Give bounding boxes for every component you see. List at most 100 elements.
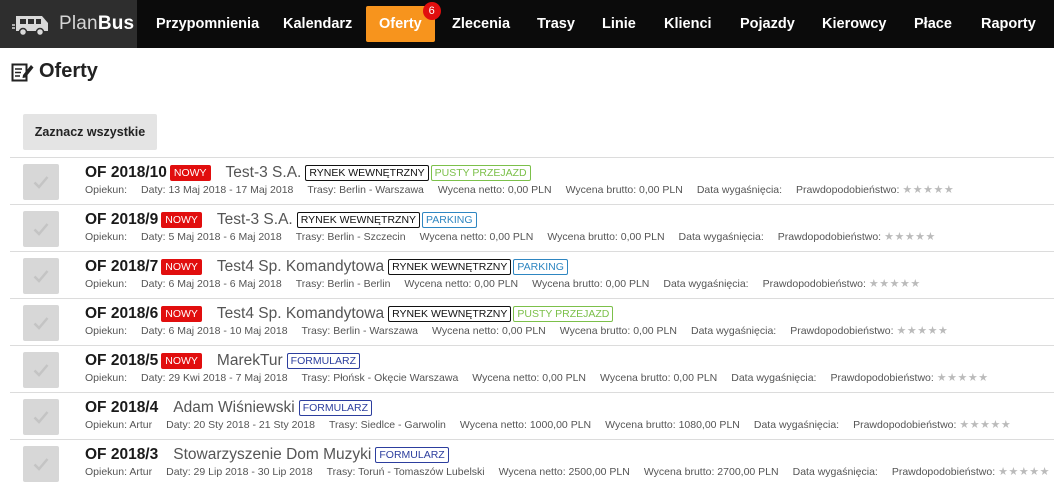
offer-select-checkbox[interactable]: [23, 352, 59, 388]
offer-netto: Wycena netto: 2500,00 PLN: [498, 465, 630, 478]
offer-select-checkbox[interactable]: [23, 211, 59, 247]
offer-routes: Trasy: Siedlce - Garwolin: [328, 418, 446, 431]
offer-opiekun: Opiekun: Artur: [85, 418, 153, 431]
offer-number-link[interactable]: OF 2018/10: [85, 164, 167, 182]
offer-select-checkbox[interactable]: [23, 399, 59, 435]
offer-expiry: Data wygaśnięcia:: [663, 277, 749, 290]
offer-dates: Daty: 6 Maj 2018 - 6 Maj 2018: [141, 277, 282, 290]
page-header: Oferty: [11, 60, 98, 83]
new-badge: NOWY: [161, 353, 202, 369]
offer-opiekun: Opiekun:: [85, 230, 128, 243]
client-name[interactable]: Test-3 S.A.: [226, 164, 302, 182]
offer-select-checkbox[interactable]: [23, 305, 59, 341]
offer-row[interactable]: OF 2018/3 Stowarzyszenie Dom Muzyki FORM…: [10, 439, 1054, 486]
checkmark-icon: [33, 411, 49, 424]
offer-number-link[interactable]: OF 2018/4: [85, 399, 158, 417]
offer-row[interactable]: OF 2018/6 NOWY Test4 Sp. Komandytowa RYN…: [10, 298, 1054, 345]
offer-tag-form: FORMULARZ: [375, 447, 449, 463]
client-name[interactable]: Adam Wiśniewski: [173, 399, 294, 417]
nav-item-przypomnienia[interactable]: Przypomnienia: [156, 0, 259, 48]
offer-dates: Daty: 6 Maj 2018 - 10 Maj 2018: [141, 324, 288, 337]
nav-item-linie[interactable]: Linie: [602, 0, 636, 48]
offer-opiekun: Opiekun: Artur: [85, 465, 153, 478]
offer-opiekun: Opiekun:: [85, 371, 128, 384]
offer-brutto: Wycena brutto: 0,00 PLN: [532, 277, 650, 290]
offer-number-link[interactable]: OF 2018/6: [85, 305, 158, 323]
offer-select-checkbox[interactable]: [23, 446, 59, 482]
offer-tag-empty: PUSTY PRZEJAZD: [430, 165, 531, 181]
offer-routes: Trasy: Płońsk - Okęcie Warszawa: [301, 371, 459, 384]
nav-item-raporty[interactable]: Raporty: [981, 0, 1036, 48]
probability-stars-icon: ★★★★★: [896, 325, 949, 337]
brand-name: PlanBus: [59, 13, 135, 34]
checkmark-icon: [33, 176, 49, 189]
offer-title-line: OF 2018/9 NOWY Test-3 S.A. RYNEK WEWNĘTR…: [85, 211, 477, 229]
offer-number-link[interactable]: OF 2018/3: [85, 446, 158, 464]
nav-item-pojazdy[interactable]: Pojazdy: [740, 0, 795, 48]
offer-number-link[interactable]: OF 2018/5: [85, 352, 158, 370]
offer-select-checkbox[interactable]: [23, 164, 59, 200]
offer-details-line: Opiekun: Artur Daty: 29 Lip 2018 - 30 Li…: [85, 465, 1050, 479]
offer-number-link[interactable]: OF 2018/7: [85, 258, 158, 276]
offer-number-link[interactable]: OF 2018/9: [85, 211, 158, 229]
offer-probability: Prawdopodobieństwo:: [762, 277, 866, 290]
offer-probability: Prawdopodobieństwo:: [853, 418, 957, 431]
offer-probability: Prawdopodobieństwo:: [790, 324, 894, 337]
new-badge: NOWY: [161, 306, 202, 322]
offer-row[interactable]: OF 2018/10 NOWY Test-3 S.A. RYNEK WEWNĘT…: [10, 157, 1054, 204]
client-name[interactable]: Test4 Sp. Komandytowa: [217, 258, 384, 276]
offer-brutto: Wycena brutto: 0,00 PLN: [547, 230, 665, 243]
offer-routes: Trasy: Berlin - Szczecin: [295, 230, 406, 243]
nav-item-kierowcy[interactable]: Kierowcy: [822, 0, 886, 48]
offer-netto: Wycena netto: 0,00 PLN: [419, 230, 534, 243]
offer-dates: Daty: 5 Maj 2018 - 6 Maj 2018: [141, 230, 282, 243]
offer-netto: Wycena netto: 0,00 PLN: [437, 183, 552, 196]
offer-expiry: Data wygaśnięcia:: [696, 183, 783, 196]
offer-dates: Daty: 20 Sty 2018 - 21 Sty 2018: [166, 418, 315, 431]
offer-list: OF 2018/10 NOWY Test-3 S.A. RYNEK WEWNĘT…: [10, 157, 1054, 486]
client-name[interactable]: Test-3 S.A.: [217, 211, 293, 229]
nav-item-place[interactable]: Płace: [914, 0, 952, 48]
brand-logo-link[interactable]: PlanBus: [0, 0, 137, 48]
offer-row[interactable]: OF 2018/9 NOWY Test-3 S.A. RYNEK WEWNĘTR…: [10, 204, 1054, 251]
offer-tag-form: FORMULARZ: [298, 400, 373, 416]
nav-item-klienci[interactable]: Klienci: [664, 0, 712, 48]
offer-title-line: OF 2018/4 Adam Wiśniewski FORMULARZ: [85, 399, 373, 417]
offer-expiry: Data wygaśnięcia:: [690, 324, 777, 337]
checkmark-icon: [33, 458, 49, 471]
client-name[interactable]: MarekTur: [217, 352, 283, 370]
offer-select-checkbox[interactable]: [23, 258, 59, 294]
offer-title-line: OF 2018/3 Stowarzyszenie Dom Muzyki FORM…: [85, 446, 449, 464]
probability-stars-icon: ★★★★★: [884, 231, 936, 243]
new-badge: NOWY: [161, 212, 202, 228]
offer-row[interactable]: OF 2018/4 Adam Wiśniewski FORMULARZ Opie…: [10, 392, 1054, 439]
select-all-button[interactable]: Zaznacz wszystkie: [23, 114, 157, 150]
client-name[interactable]: Test4 Sp. Komandytowa: [217, 305, 384, 323]
offer-row[interactable]: OF 2018/7 NOWY Test4 Sp. Komandytowa RYN…: [10, 251, 1054, 298]
offer-tag-market: RYNEK WEWNĘTRZNY: [388, 306, 512, 322]
offer-dates: Daty: 29 Lip 2018 - 30 Lip 2018: [166, 465, 313, 478]
bus-logo-icon: [12, 16, 48, 37]
offer-probability: Prawdopodobieństwo:: [777, 230, 882, 243]
offer-netto: Wycena netto: 0,00 PLN: [404, 277, 519, 290]
offer-brutto: Wycena brutto: 2700,00 PLN: [643, 465, 779, 478]
nav-item-oferty[interactable]: Oferty 6: [366, 2, 441, 42]
nav-item-trasy[interactable]: Trasy: [537, 0, 575, 48]
offer-row[interactable]: OF 2018/5 NOWY MarekTur FORMULARZ Opieku…: [10, 345, 1054, 392]
probability-stars-icon: ★★★★★: [959, 419, 1012, 431]
offer-routes: Trasy: Berlin - Warszawa: [301, 324, 419, 337]
edit-document-icon: [11, 63, 34, 82]
checkmark-icon: [33, 270, 49, 283]
new-badge: NOWY: [169, 165, 211, 181]
nav-item-oferty-label: Oferty: [379, 16, 422, 32]
page-title: Oferty: [39, 60, 98, 82]
client-name[interactable]: Stowarzyszenie Dom Muzyki: [173, 446, 371, 464]
offer-title-line: OF 2018/7 NOWY Test4 Sp. Komandytowa RYN…: [85, 258, 568, 276]
offer-tag-parking: PARKING: [513, 259, 568, 275]
offer-expiry: Data wygaśnięcia:: [678, 230, 764, 243]
new-badge: NOWY: [161, 259, 202, 275]
offer-opiekun: Opiekun:: [85, 183, 128, 196]
offer-opiekun: Opiekun:: [85, 324, 128, 337]
nav-item-zlecenia[interactable]: Zlecenia: [452, 0, 510, 48]
nav-item-kalendarz[interactable]: Kalendarz: [283, 0, 352, 48]
